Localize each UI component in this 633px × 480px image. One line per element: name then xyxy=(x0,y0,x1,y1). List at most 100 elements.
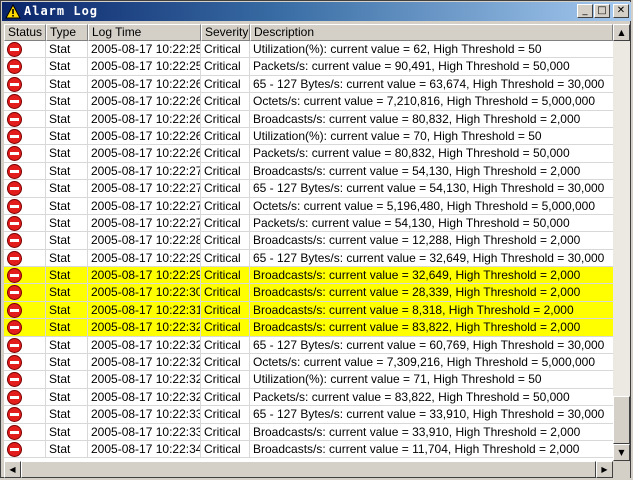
stop-icon xyxy=(7,250,22,266)
maximize-button[interactable]: □ xyxy=(594,4,610,18)
log-time-cell: 2005-08-17 10:22:27 xyxy=(88,180,201,198)
type-cell: Stat xyxy=(46,232,88,250)
status-cell xyxy=(4,127,46,145)
table-row[interactable]: Stat 2005-08-17 10:22:27 Critical 65 - 127 … xyxy=(4,180,613,198)
log-time-cell: 2005-08-17 10:22:28 xyxy=(88,232,201,250)
title-bar[interactable]: Alarm Log _ □ ✕ xyxy=(2,2,631,21)
horizontal-scrollbar[interactable]: ◀ ▶ xyxy=(4,461,613,478)
column-header-log-time[interactable]: Log Time xyxy=(88,24,201,41)
type-cell: Stat xyxy=(46,371,88,389)
table-row[interactable]: Stat 2005-08-17 10:22:25 Critical Packets/s… xyxy=(4,58,613,76)
table-row[interactable]: Stat 2005-08-17 10:22:26 Critical Octets/s:… xyxy=(4,93,613,111)
table-row[interactable]: Stat 2005-08-17 10:22:27 Critical Packets/s… xyxy=(4,214,613,233)
type-cell: Stat xyxy=(46,423,88,441)
scroll-up-button[interactable]: ▲ xyxy=(613,24,630,41)
alarm-log-window: Alarm Log _ □ ✕ Status Type Log Time Sev… xyxy=(0,0,631,478)
table-row[interactable]: Stat 2005-08-17 10:22:32 Critical Packets/s… xyxy=(4,388,613,407)
table-row[interactable]: Stat 2005-08-17 10:22:32 Critical Broadcast… xyxy=(4,319,613,337)
type-cell: Stat xyxy=(46,127,88,145)
log-time-cell: 2005-08-17 10:22:26 xyxy=(88,93,201,111)
log-time-cell: 2005-08-17 10:22:26 xyxy=(88,127,201,145)
table-row[interactable]: Stat 2005-08-17 10:22:32 Critical Octets/s:… xyxy=(4,354,613,372)
status-cell xyxy=(4,406,46,424)
status-cell xyxy=(4,41,46,58)
stop-icon xyxy=(7,111,22,127)
stop-icon xyxy=(7,94,22,110)
severity-cell: Critical xyxy=(201,41,250,58)
log-time-cell: 2005-08-17 10:22:27 xyxy=(88,162,201,180)
vertical-scroll-thumb[interactable] xyxy=(613,396,630,444)
description-cell: Broadcasts/s: current value = 80,832, Hi… xyxy=(253,111,581,126)
log-time-cell: 2005-08-17 10:22:34 xyxy=(88,440,201,458)
severity-cell: Critical xyxy=(201,197,250,215)
table-row[interactable]: Stat 2005-08-17 10:22:32 Critical Utilizati… xyxy=(4,371,613,389)
type-cell: Stat xyxy=(46,249,88,267)
log-time-cell: 2005-08-17 10:22:32 xyxy=(88,354,201,372)
table-row[interactable]: Stat 2005-08-17 10:22:33 Critical Broadcast… xyxy=(4,423,613,441)
table-row[interactable]: Stat 2005-08-17 10:22:30 Critical Broadcast… xyxy=(4,284,613,302)
description-cell: Packets/s: current value = 83,822, High … xyxy=(253,389,570,404)
table-row[interactable]: Stat 2005-08-17 10:22:28 Critical Broadcast… xyxy=(4,232,613,250)
table-header: Status Type Log Time Severity Descriptio… xyxy=(4,24,613,41)
scroll-left-button[interactable]: ◀ xyxy=(4,461,21,478)
status-cell xyxy=(4,110,46,128)
status-cell xyxy=(4,284,46,302)
severity-cell: Critical xyxy=(201,162,250,180)
column-header-severity[interactable]: Severity xyxy=(201,24,250,41)
column-header-type[interactable]: Type xyxy=(46,24,88,41)
stop-icon xyxy=(7,42,22,57)
column-header-description[interactable]: Description xyxy=(250,24,613,41)
table-body: Stat 2005-08-17 10:22:25 Critical Utilizati… xyxy=(4,41,613,459)
table-row[interactable]: Stat 2005-08-17 10:22:33 Critical 65 - 127 … xyxy=(4,406,613,424)
log-time-cell: 2005-08-17 10:22:27 xyxy=(88,197,201,215)
table-row[interactable]: Stat 2005-08-17 10:22:29 Critical 65 - 127 … xyxy=(4,249,613,268)
stop-icon xyxy=(7,302,22,318)
description-cell: Broadcasts/s: current value = 83,822, Hi… xyxy=(253,320,581,335)
vertical-scrollbar[interactable]: ▲ ▼ xyxy=(613,24,630,461)
severity-cell: Critical xyxy=(201,214,250,232)
type-cell: Stat xyxy=(46,75,88,93)
column-header-status[interactable]: Status xyxy=(4,24,46,41)
table-row[interactable]: Stat 2005-08-17 10:22:32 Critical 65 - 127 … xyxy=(4,336,613,355)
table-row[interactable]: Stat 2005-08-17 10:22:34 Critical Broadcast… xyxy=(4,440,613,459)
stop-icon xyxy=(7,337,22,353)
minimize-button[interactable]: _ xyxy=(577,4,593,18)
type-cell: Stat xyxy=(46,354,88,372)
log-time-cell: 2005-08-17 10:22:25 xyxy=(88,58,201,76)
status-cell xyxy=(4,145,46,163)
description-cell: Packets/s: current value = 80,832, High … xyxy=(253,146,570,161)
status-cell xyxy=(4,214,46,232)
severity-cell: Critical xyxy=(201,354,250,372)
table-row[interactable]: Stat 2005-08-17 10:22:31 Critical Broadcast… xyxy=(4,301,613,320)
severity-cell: Critical xyxy=(201,388,250,406)
table-row[interactable]: Stat 2005-08-17 10:22:26 Critical Utilizati… xyxy=(4,127,613,146)
type-cell: Stat xyxy=(46,41,88,58)
severity-cell: Critical xyxy=(201,440,250,458)
scroll-right-button[interactable]: ▶ xyxy=(596,461,613,478)
status-cell xyxy=(4,423,46,441)
table-row[interactable]: Stat 2005-08-17 10:22:27 Critical Broadcast… xyxy=(4,162,613,181)
scroll-down-button[interactable]: ▼ xyxy=(613,444,630,461)
close-button[interactable]: ✕ xyxy=(613,4,629,18)
type-cell: Stat xyxy=(46,284,88,302)
table-row[interactable]: Stat 2005-08-17 10:22:25 Critical Utilizati… xyxy=(4,41,613,59)
table-row[interactable]: Stat 2005-08-17 10:22:26 Critical 65 - 127 … xyxy=(4,75,613,94)
table-row[interactable]: Stat 2005-08-17 10:22:29 Critical Broadcast… xyxy=(4,267,613,285)
log-time-cell: 2005-08-17 10:22:33 xyxy=(88,406,201,424)
description-cell: Octets/s: current value = 5,196,480, Hig… xyxy=(253,198,595,213)
status-cell xyxy=(4,354,46,372)
type-cell: Stat xyxy=(46,440,88,458)
severity-cell: Critical xyxy=(201,371,250,389)
log-time-cell: 2005-08-17 10:22:33 xyxy=(88,423,201,441)
log-time-cell: 2005-08-17 10:22:26 xyxy=(88,110,201,128)
stop-icon xyxy=(7,163,22,179)
horizontal-scroll-thumb[interactable] xyxy=(21,461,596,478)
table-row[interactable]: Stat 2005-08-17 10:22:27 Critical Octets/s:… xyxy=(4,197,613,215)
table-row[interactable]: Stat 2005-08-17 10:22:26 Critical Broadcast… xyxy=(4,110,613,128)
severity-cell: Critical xyxy=(201,145,250,163)
status-cell xyxy=(4,336,46,354)
table-row[interactable]: Stat 2005-08-17 10:22:26 Critical Packets/s… xyxy=(4,145,613,163)
stop-icon xyxy=(7,389,22,405)
window-title: Alarm Log xyxy=(24,4,99,18)
log-time-cell: 2005-08-17 10:22:32 xyxy=(88,319,201,337)
